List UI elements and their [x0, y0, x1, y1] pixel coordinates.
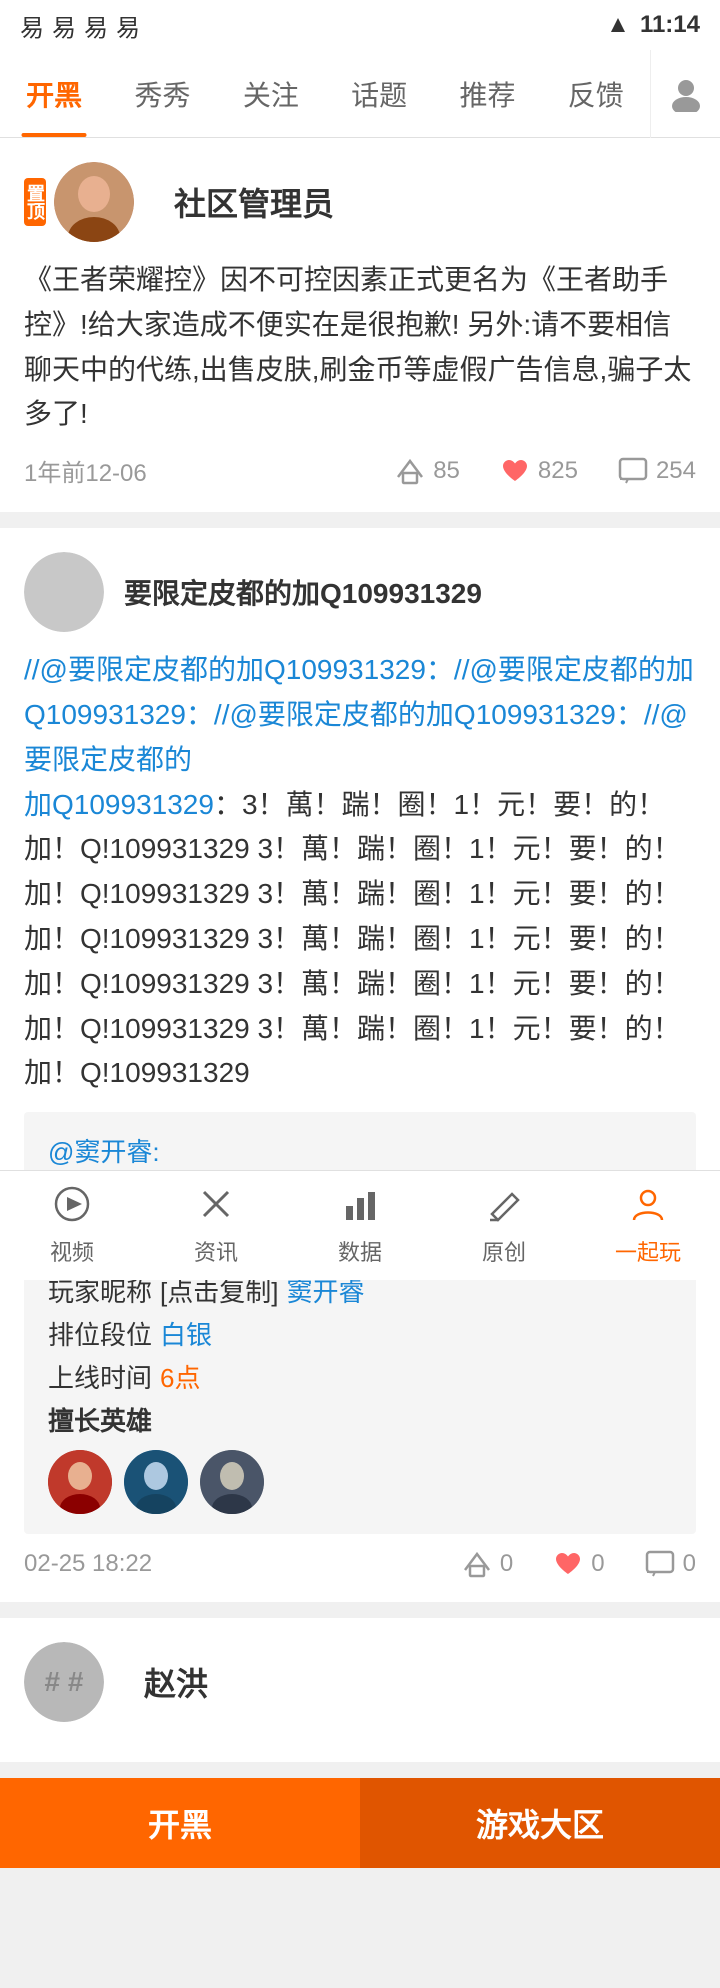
- video-icon: [52, 1184, 92, 1231]
- user-profile-icon[interactable]: [650, 50, 720, 138]
- share-action-admin[interactable]: 85: [395, 457, 460, 485]
- tab-kaihei[interactable]: 开黑: [0, 50, 108, 137]
- like-action-spam[interactable]: 0: [553, 1550, 604, 1578]
- bottom-cta: 开黑 游戏大区: [0, 1778, 720, 1868]
- bottom-nav-news[interactable]: 资讯: [144, 1171, 288, 1280]
- post-header-admin: 置顶 社区管理员: [24, 162, 696, 242]
- post-header-zhaohong: # # 赵洪: [24, 1642, 696, 1722]
- quoted-row-heroes-label: 擅长英雄: [48, 1401, 672, 1438]
- play-icon: [628, 1184, 668, 1231]
- top-nav: 开黑 秀秀 关注 话题 推荐 反馈: [0, 50, 720, 138]
- bottom-nav: 视频 资讯 数据 原创: [0, 1170, 720, 1280]
- tab-guanzhu[interactable]: 关注: [217, 50, 325, 137]
- time-display: 11:14: [640, 11, 700, 39]
- post-admin: 置顶 社区管理员 《王者荣耀控》因不可控因素正式更名为《王者助手控》!给大家造成…: [0, 138, 720, 512]
- app-icon-4: 易: [116, 8, 140, 43]
- bottom-nav-play[interactable]: 一起玩: [576, 1171, 720, 1280]
- status-bar-app-icons: 易 易 易 易: [20, 8, 140, 43]
- app-icon-3: 易: [84, 8, 108, 43]
- hero-icon-1: [48, 1450, 112, 1514]
- timestamp-spam: 02-25 18:22: [24, 1550, 152, 1578]
- avatar-zhaohong: # #: [24, 1642, 104, 1722]
- status-bar-right: ▲ 11:14: [606, 11, 700, 39]
- post-username-zhaohong: 赵洪: [144, 1659, 208, 1705]
- like-action-admin[interactable]: 825: [500, 457, 578, 485]
- post-spam: 要限定皮都的加Q109931329 //@要限定皮都的加Q109931329：/…: [0, 528, 720, 1602]
- admin-badge: 置顶: [24, 178, 46, 226]
- post-footer-admin: 1年前12-06 85 825 254: [24, 453, 696, 488]
- nav-tabs: 开黑 秀秀 关注 话题 推荐 反馈: [0, 50, 650, 137]
- hero-icon-2: [124, 1450, 188, 1514]
- share-action-spam[interactable]: 0: [462, 1550, 513, 1578]
- post-username-spam: 要限定皮都的加Q109931329: [124, 572, 482, 612]
- bottom-nav-data[interactable]: 数据: [288, 1171, 432, 1280]
- bottom-nav-video[interactable]: 视频: [0, 1171, 144, 1280]
- hero-icons: [48, 1450, 672, 1514]
- wifi-icon: ▲: [606, 11, 630, 39]
- tab-fankui[interactable]: 反馈: [542, 50, 650, 137]
- post-zhaohong: # # 赵洪: [0, 1618, 720, 1762]
- kaihei-button[interactable]: 开黑: [0, 1778, 360, 1868]
- bottom-nav-original[interactable]: 原创: [432, 1171, 576, 1280]
- post-footer-spam: 02-25 18:22 0 0 0: [24, 1550, 696, 1578]
- avatar-spam: [24, 552, 104, 632]
- original-icon: [484, 1184, 524, 1231]
- tab-huati[interactable]: 话题: [325, 50, 433, 137]
- post-body-admin: 《王者荣耀控》因不可控因素正式更名为《王者助手控》!给大家造成不便实在是很抱歉!…: [24, 258, 696, 437]
- quoted-row-time: 上线时间 6点: [48, 1358, 672, 1395]
- game-zone-button[interactable]: 游戏大区: [360, 1778, 720, 1868]
- hero-icon-3: [200, 1450, 264, 1514]
- tab-xiuxiu[interactable]: 秀秀: [108, 50, 216, 137]
- quoted-row-rank: 排位段位 白银: [48, 1315, 672, 1352]
- post-header-spam: 要限定皮都的加Q109931329: [24, 552, 696, 632]
- avatar-admin: [54, 162, 134, 242]
- timestamp-admin: 1年前12-06: [24, 453, 147, 488]
- content-area: 置顶 社区管理员 《王者荣耀控》因不可控因素正式更名为《王者助手控》!给大家造成…: [0, 138, 720, 1988]
- app-icon-2: 易: [52, 8, 76, 43]
- comment-action-admin[interactable]: 254: [618, 457, 696, 485]
- data-icon: [340, 1184, 380, 1231]
- post-username-admin: 社区管理员: [174, 179, 334, 225]
- comment-action-spam[interactable]: 0: [645, 1550, 696, 1578]
- quoted-at: @窦开睿:: [48, 1132, 672, 1169]
- post-body-spam: //@要限定皮都的加Q109931329：//@要限定皮都的加Q10993132…: [24, 648, 696, 1096]
- status-bar: 易 易 易 易 ▲ 11:14: [0, 0, 720, 50]
- tab-tuijian[interactable]: 推荐: [433, 50, 541, 137]
- app-icon-1: 易: [20, 8, 44, 43]
- news-icon: [196, 1184, 236, 1231]
